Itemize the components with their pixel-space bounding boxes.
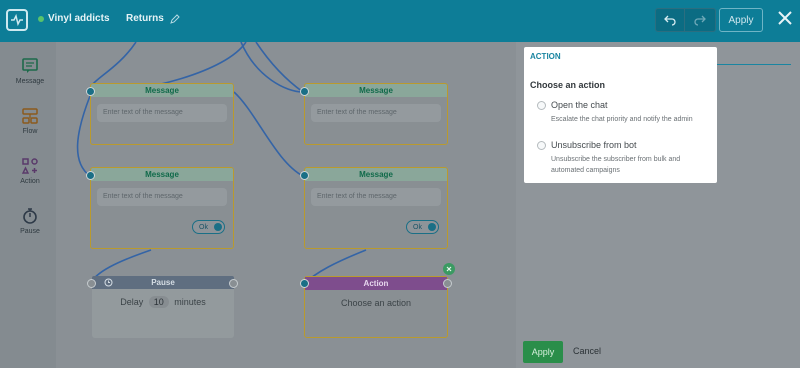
pause-node[interactable]: Pause Delay 10 minutes [92, 276, 234, 338]
flow-name[interactable]: Returns [126, 13, 180, 24]
pause-node-title: Pause [151, 278, 175, 287]
message-node-title: Message [91, 168, 233, 181]
clock-icon [104, 278, 113, 287]
undo-icon [664, 15, 676, 26]
action-icon [21, 158, 38, 174]
action-node[interactable]: Action Choose an action [304, 276, 448, 338]
message-node-title: Message [305, 168, 447, 181]
message-node[interactable]: Message Enter text of the message Ok [90, 167, 234, 249]
tool-action[interactable]: Action [8, 150, 52, 194]
tool-action-label: Action [20, 178, 40, 185]
option-open-chat[interactable]: Open the chat [537, 100, 608, 110]
message-input[interactable]: Enter text of the message [97, 104, 227, 122]
message-input[interactable]: Enter text of the message [311, 188, 441, 206]
bot-name[interactable]: Vinyl addicts [38, 13, 110, 24]
pulse-logo-icon[interactable] [6, 9, 28, 31]
option-unsubscribe[interactable]: Unsubscribe from bot [537, 140, 637, 150]
option-open-chat-description: Escalate the chat priority and notify th… [551, 116, 693, 123]
tool-pause-label: Pause [20, 228, 40, 235]
delay-value-input[interactable]: 10 [148, 296, 169, 308]
action-settings-card: ACTION Choose an action Open the chat Es… [524, 47, 717, 183]
ok-button[interactable]: Ok [192, 220, 225, 234]
online-dot-icon [38, 15, 44, 22]
flow-icon [22, 108, 38, 124]
section-title: ACTION [530, 52, 561, 61]
message-input[interactable]: Enter text of the message [311, 104, 441, 122]
close-icon[interactable] [776, 9, 794, 27]
undo-button[interactable] [655, 8, 685, 32]
input-port[interactable] [300, 171, 309, 180]
bot-name-label: Vinyl addicts [48, 13, 110, 24]
apply-button[interactable]: Apply [523, 341, 563, 363]
delay-unit: minutes [174, 297, 206, 307]
redo-icon [694, 15, 706, 26]
tool-sidebar: Message Flow Action Pause [0, 42, 56, 368]
tool-pause[interactable]: Pause [8, 200, 52, 244]
message-node-title: Message [91, 84, 233, 97]
message-node-title: Message [305, 84, 447, 97]
option-unsubscribe-label: Unsubscribe from bot [551, 140, 637, 150]
stopwatch-icon [23, 208, 37, 224]
input-port[interactable] [86, 171, 95, 180]
radio-unsubscribe[interactable] [537, 140, 546, 150]
action-node-prompt: Choose an action [340, 298, 412, 308]
option-unsubscribe-description: Unsubscribe the subscriber from bulk and… [551, 156, 681, 174]
pencil-icon[interactable] [170, 13, 180, 24]
action-node-title: Action [305, 277, 447, 290]
ok-button-label: Ok [413, 223, 422, 231]
button-port-icon[interactable] [428, 223, 436, 231]
delay-prefix: Delay [120, 297, 144, 307]
input-port[interactable] [86, 87, 95, 96]
input-port[interactable] [87, 279, 96, 288]
output-port[interactable] [443, 279, 452, 288]
radio-open-chat[interactable] [537, 100, 546, 110]
flow-name-label: Returns [126, 13, 164, 24]
redo-button[interactable] [685, 8, 716, 32]
apply-top-button[interactable]: Apply [719, 8, 763, 32]
message-node[interactable]: Message Enter text of the message [90, 83, 234, 145]
input-port[interactable] [300, 279, 309, 288]
tool-flow-label: Flow [22, 128, 38, 135]
tool-flow[interactable]: Flow [8, 100, 52, 144]
output-port[interactable] [229, 279, 238, 288]
message-node[interactable]: Message Enter text of the message Ok [304, 167, 448, 249]
ok-button-label: Ok [199, 223, 208, 231]
tool-message-label: Message [15, 78, 45, 85]
choose-action-heading: Choose an action [530, 80, 606, 90]
pause-node-header: Pause [92, 276, 234, 289]
top-bar: Vinyl addicts Returns Apply [0, 0, 800, 42]
delay-row: Delay 10 minutes [92, 296, 234, 308]
close-icon [446, 266, 452, 272]
message-input[interactable]: Enter text of the message [97, 188, 227, 206]
option-open-chat-label: Open the chat [551, 100, 608, 110]
input-port[interactable] [300, 87, 309, 96]
tool-message[interactable]: Message [8, 50, 52, 94]
message-icon [22, 58, 38, 73]
ok-button[interactable]: Ok [406, 220, 439, 234]
cancel-button[interactable]: Cancel [573, 346, 601, 356]
delete-node-button[interactable] [443, 263, 455, 275]
message-node[interactable]: Message Enter text of the message [304, 83, 448, 145]
button-port-icon[interactable] [214, 223, 222, 231]
